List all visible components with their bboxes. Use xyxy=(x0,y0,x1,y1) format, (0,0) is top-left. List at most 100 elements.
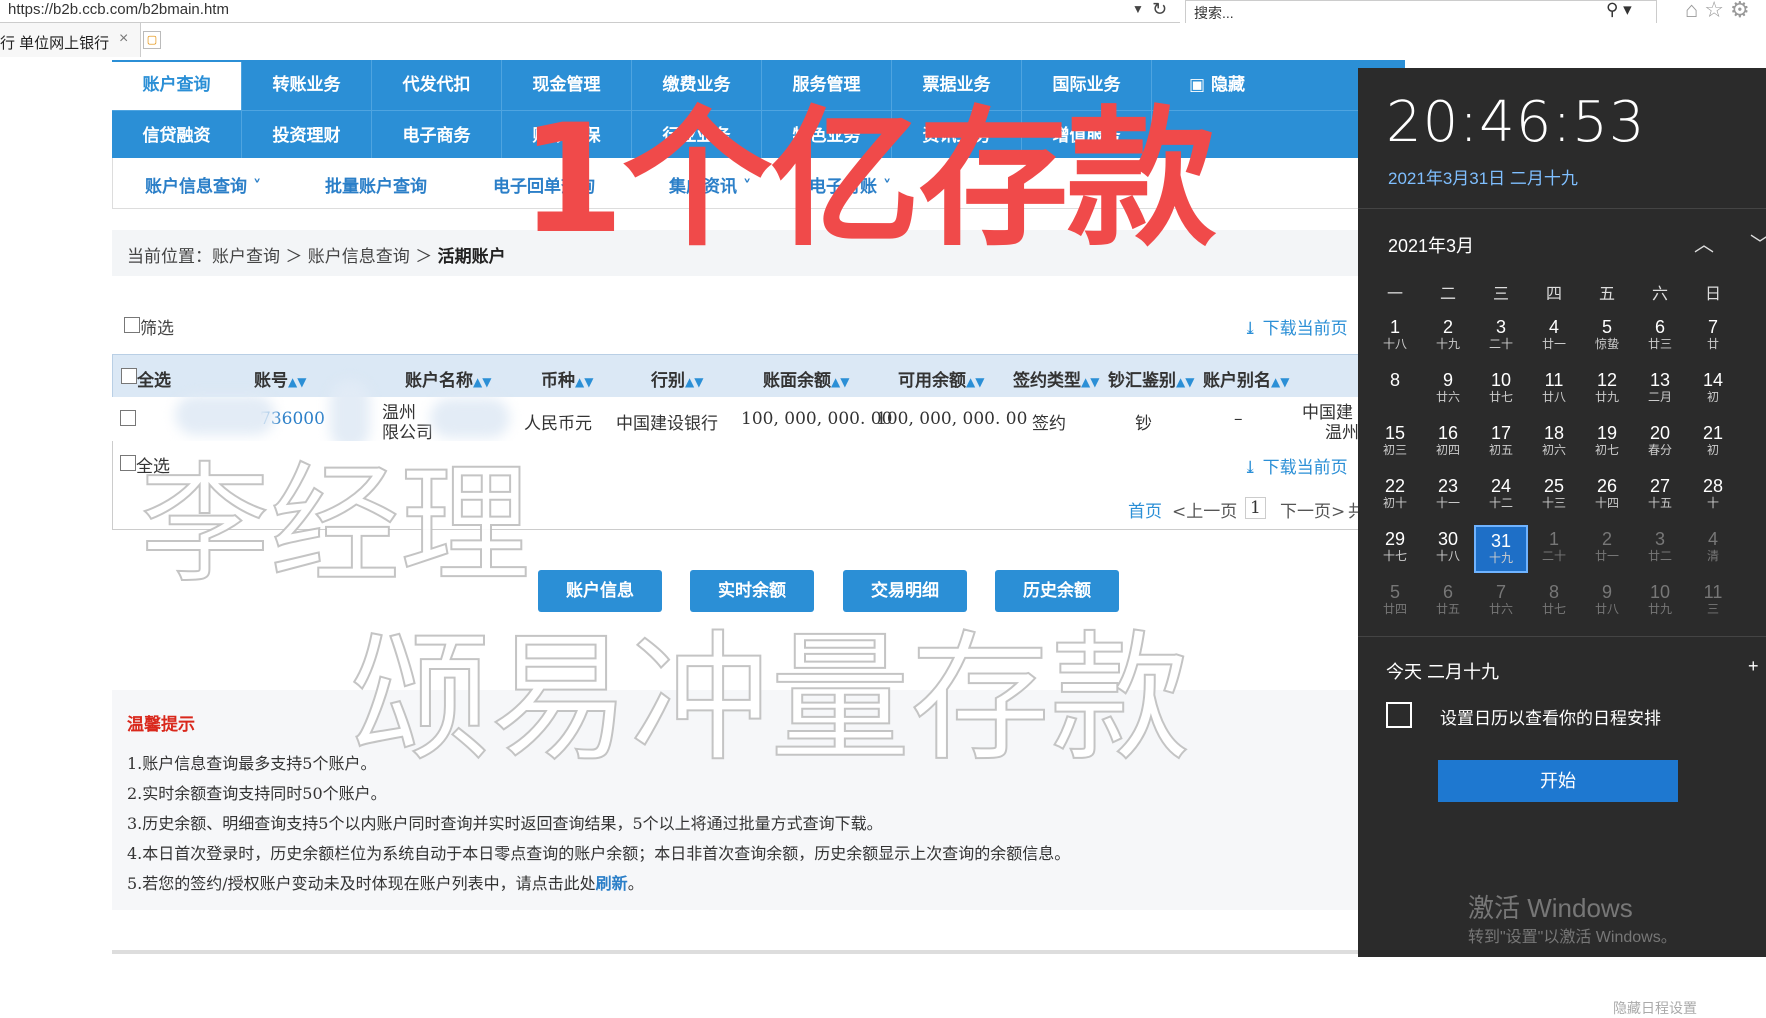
table-row[interactable]: 736000 温州 限公司 人民币元 中国建设银行 100, 000, 000.… xyxy=(112,397,1405,443)
url-text[interactable]: https://b2b.ccb.com/b2bmain.htm xyxy=(8,1,229,18)
calendar-day-today[interactable]: 31 十九 xyxy=(1474,525,1528,573)
th-currency[interactable]: 币种▲▼ xyxy=(541,366,593,391)
calendar-day[interactable]: 4清 xyxy=(1686,525,1740,573)
calendar-month[interactable]: 2021年3月 xyxy=(1388,232,1474,258)
hide-agenda-link[interactable]: 隐藏日程设置 xyxy=(1613,998,1697,1018)
calendar-day[interactable]: 11 廿八 xyxy=(1527,366,1581,414)
calendar-day[interactable]: 9 廿六 xyxy=(1421,366,1475,414)
calendar-day[interactable]: 23 十一 xyxy=(1421,472,1475,520)
download-link-top[interactable]: ⤓ 下载当前页 xyxy=(1243,314,1348,339)
calendar-day[interactable]: 25 十三 xyxy=(1527,472,1581,520)
calendar-day[interactable]: 17 初五 xyxy=(1474,419,1528,467)
calendar-day[interactable]: 14 初 xyxy=(1686,366,1740,414)
download-link-bottom[interactable]: ⤓ 下载当前页 xyxy=(1243,453,1348,478)
home-star-gear-icons[interactable]: ⌂☆⚙ xyxy=(1685,0,1756,23)
nav-invest[interactable]: 投资理财 xyxy=(242,111,372,161)
refresh-icon[interactable]: ↻ xyxy=(1152,0,1167,20)
prev-page-link[interactable]: <上一页 xyxy=(1172,497,1237,522)
calendar-day[interactable]: 9 廿八 xyxy=(1580,578,1634,626)
sub-batch-query[interactable]: 批量账户查询 xyxy=(325,172,427,197)
calendar-day[interactable]: 16 初四 xyxy=(1421,419,1475,467)
calendar-day[interactable]: 22 初十 xyxy=(1368,472,1422,520)
calendar-day[interactable]: 7廿 xyxy=(1686,313,1740,361)
new-tab-icon[interactable]: ▢ xyxy=(143,31,161,49)
sort-icon: ▲▼ xyxy=(575,375,594,389)
calendar-day[interactable]: 1 二十 xyxy=(1527,525,1581,573)
calendar-day[interactable]: 10 廿九 xyxy=(1633,578,1687,626)
calendar-day[interactable]: 4 廿一 xyxy=(1527,313,1581,361)
breadcrumb-path[interactable]: 当前位置：账户查询 ＞ 账户信息查询 ＞ xyxy=(127,247,438,267)
th-available-balance[interactable]: 可用余额▲▼ xyxy=(898,366,984,391)
calendar-day[interactable]: 1 十八 xyxy=(1368,313,1422,361)
nav-payroll[interactable]: 代发代扣 xyxy=(372,60,502,110)
calendar-day[interactable]: 2 十九 xyxy=(1421,313,1475,361)
th-book-balance[interactable]: 账面余额▲▼ xyxy=(763,366,849,391)
day-number: 2 xyxy=(1601,529,1612,549)
th-account[interactable]: 账号▲▼ xyxy=(254,366,306,391)
calendar-day[interactable]: 28 十 xyxy=(1686,472,1740,520)
account-info-button[interactable]: 账户信息 xyxy=(538,570,662,612)
calendar-day[interactable]: 5 廿四 xyxy=(1368,578,1422,626)
address-bar[interactable]: https://b2b.ccb.com/b2bmain.htm ▼ ↻ xyxy=(0,0,1180,23)
calendar-day[interactable]: 7 廿六 xyxy=(1474,578,1528,626)
browser-tab[interactable]: 行 单位网上银行 × xyxy=(0,23,141,57)
calendar-day[interactable]: 5 惊蛰 xyxy=(1580,313,1634,361)
select-all-checkbox[interactable] xyxy=(121,368,137,384)
next-page-link[interactable]: 下一页> xyxy=(1280,497,1345,522)
calendar-day[interactable]: 20 春分 xyxy=(1633,419,1687,467)
calendar-day[interactable]: 21 初 xyxy=(1686,419,1740,467)
th-cash-type[interactable]: 钞汇鉴别▲▼ xyxy=(1108,366,1194,391)
clock-date[interactable]: 2021年3月31日 二月十九 xyxy=(1388,164,1578,189)
calendar-day[interactable]: 10 廿七 xyxy=(1474,366,1528,414)
calendar-day[interactable]: 26 十四 xyxy=(1580,472,1634,520)
realtime-balance-button[interactable]: 实时余额 xyxy=(690,570,814,612)
add-event-icon[interactable]: + xyxy=(1748,656,1759,677)
refresh-link[interactable]: 刷新 xyxy=(596,874,628,893)
chevron-down-icon[interactable]: ﹀ xyxy=(1750,228,1766,257)
close-icon[interactable]: × xyxy=(119,30,128,48)
chevron-up-icon[interactable]: ︿ xyxy=(1694,228,1714,257)
calendar-day[interactable]: 8 xyxy=(1368,366,1422,414)
calendar-day[interactable]: 2 廿一 xyxy=(1580,525,1634,573)
calendar-day[interactable]: 8 廿七 xyxy=(1527,578,1581,626)
calendar-day[interactable]: 11 三 xyxy=(1686,578,1740,626)
filter-checkbox[interactable] xyxy=(124,317,140,333)
calendar-day[interactable]: 3 二十 xyxy=(1474,313,1528,361)
calendar-day[interactable]: 6 廿五 xyxy=(1421,578,1475,626)
nav-ecommerce[interactable]: 电子商务 xyxy=(372,111,502,161)
chevron-down-icon[interactable]: ▼ xyxy=(1132,2,1144,16)
calendar-icon xyxy=(1386,702,1412,728)
history-balance-button[interactable]: 历史余额 xyxy=(995,570,1119,612)
select-all-bottom-checkbox[interactable] xyxy=(120,455,136,471)
calendar-day[interactable]: 29 十七 xyxy=(1368,525,1422,573)
calendar-day[interactable]: 30 十八 xyxy=(1421,525,1475,573)
calendar-day[interactable]: 27 十五 xyxy=(1633,472,1687,520)
page-number-input[interactable]: 1 xyxy=(1245,497,1266,519)
transaction-detail-button[interactable]: 交易明细 xyxy=(843,570,967,612)
calendar-day[interactable]: 3 廿二 xyxy=(1633,525,1687,573)
tab-title[interactable]: 行 单位网上银行 xyxy=(0,32,109,53)
row-checkbox[interactable] xyxy=(120,410,136,426)
start-button[interactable]: 开始 xyxy=(1438,760,1678,802)
day-number: 10 xyxy=(1649,582,1671,602)
calendar-day[interactable]: 15 初三 xyxy=(1368,419,1422,467)
search-icon[interactable]: ⚲ ▾ xyxy=(1606,0,1632,20)
calendar-day[interactable]: 19 初七 xyxy=(1580,419,1634,467)
calendar-day[interactable]: 6 廿三 xyxy=(1633,313,1687,361)
calendar-day[interactable]: 12 廿九 xyxy=(1580,366,1634,414)
calendar-day[interactable]: 18 初六 xyxy=(1527,419,1581,467)
nav-transfer[interactable]: 转账业务 xyxy=(242,60,372,110)
nav-account-query[interactable]: 账户查询 xyxy=(112,62,242,110)
th-alias[interactable]: 账户别名▲▼ xyxy=(1203,366,1289,391)
nav-credit[interactable]: 信贷融资 xyxy=(112,111,242,161)
browser-search-box[interactable]: 搜索... ⚲ ▾ xyxy=(1185,0,1657,24)
first-page-link[interactable]: 首页 xyxy=(1128,497,1162,522)
th-select-all[interactable]: 全选 xyxy=(137,366,171,391)
calendar-day[interactable]: 24 十二 xyxy=(1474,472,1528,520)
th-account-name[interactable]: 账户名称▲▼ xyxy=(405,366,491,391)
calendar-day[interactable]: 13 二月 xyxy=(1633,366,1687,414)
sub-account-info[interactable]: 账户信息查询 ˅ xyxy=(145,172,261,197)
th-sign-type[interactable]: 签约类型▲▼ xyxy=(1013,366,1099,391)
th-bank[interactable]: 行别▲▼ xyxy=(651,366,703,391)
search-placeholder[interactable]: 搜索... xyxy=(1194,3,1234,23)
